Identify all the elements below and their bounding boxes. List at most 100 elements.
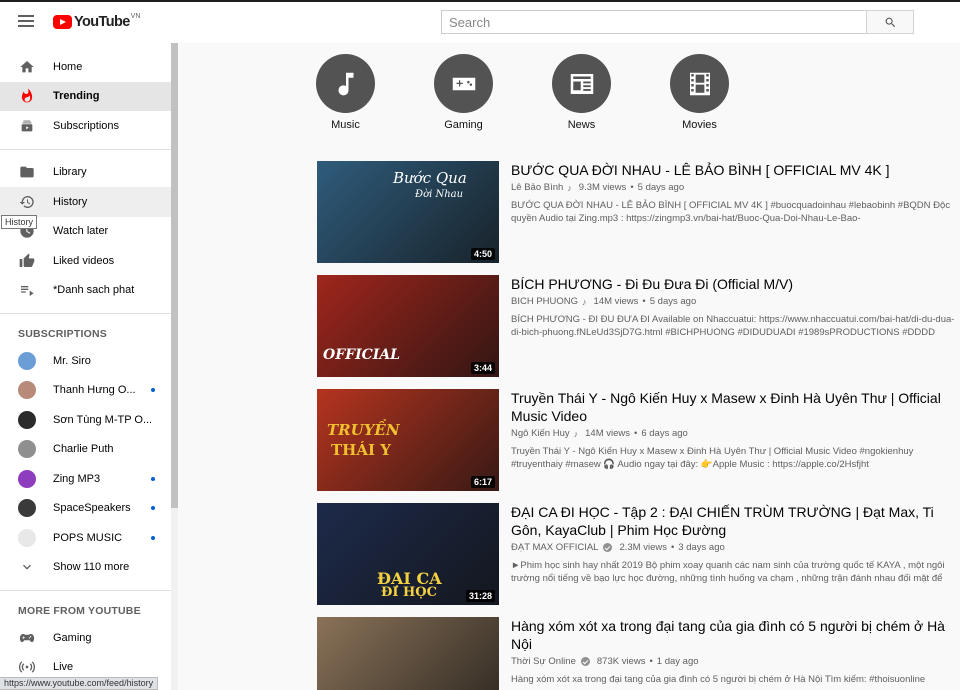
sidebar-divider: [0, 590, 171, 591]
video-info: Truyền Thái Y - Ngô Kiến Huy x Masew x Đ…: [511, 389, 957, 491]
subscription-item[interactable]: POPS MUSIC: [0, 523, 171, 553]
meta-separator: •: [670, 542, 675, 553]
video-thumbnail[interactable]: [317, 617, 499, 690]
thumbnail-title-art: OFFICIAL: [323, 347, 401, 363]
show-more-label: Show 110 more: [53, 561, 130, 574]
view-count: 14M views: [585, 428, 630, 439]
search-bar: [441, 10, 914, 34]
sidebar-item-library[interactable]: Library: [0, 158, 171, 188]
history-tooltip: History: [1, 215, 38, 229]
view-count: 873K views: [596, 656, 646, 667]
sidebar-item-gaming[interactable]: Gaming: [0, 623, 171, 653]
video-metadata: Ngô Kiến Huy ♪ 14M views • 6 days ago: [511, 428, 957, 439]
show-more-button[interactable]: Show 110 more: [0, 553, 171, 583]
upload-age: 6 days ago: [641, 428, 688, 439]
search-button[interactable]: [866, 10, 914, 34]
search-icon: [885, 17, 895, 27]
subscription-item[interactable]: Mr. Siro: [0, 346, 171, 376]
sidebar-item-label: Home: [53, 60, 83, 73]
gaming-icon: [18, 629, 35, 646]
category-news[interactable]: News: [552, 54, 611, 131]
meta-separator: •: [642, 296, 646, 307]
subscription-item[interactable]: SpaceSpeakers: [0, 494, 171, 524]
sidebar-item-home[interactable]: Home: [0, 52, 171, 82]
video-description: ►Phim học sinh hay nhất 2019 Bộ phim xoa…: [511, 560, 945, 584]
sidebar-scrollbar[interactable]: [171, 43, 178, 690]
channel-name[interactable]: ĐẠT MAX OFFICIAL: [511, 542, 598, 553]
video-item: Hàng xóm xót xa trong đại tang của gia đ…: [317, 617, 957, 690]
sidebar-item-playlist[interactable]: *Danh sach phat: [0, 276, 171, 306]
subscription-name: POPS MUSIC: [53, 531, 123, 544]
sidebar-divider: [0, 148, 171, 150]
subscription-item[interactable]: Thanh Hưng O...: [0, 376, 171, 406]
video-thumbnail[interactable]: ĐẠI CA ĐI HỌC 31:28: [317, 503, 499, 605]
video-duration: 3:44: [470, 362, 495, 374]
subscriptions-list: Mr. Siro Thanh Hưng O... Sơn Tùng M-TP O..…: [0, 346, 171, 553]
music-note-icon: [316, 54, 375, 113]
new-content-dot: [151, 506, 155, 511]
verified-check-icon: [580, 657, 590, 666]
avatar: [18, 469, 36, 488]
subscription-name: Mr. Siro: [53, 354, 91, 367]
subscription-name: Sơn Tùng M-TP O...: [53, 413, 153, 426]
video-description: Hàng xóm xót xa trong đại tang của gia đ…: [511, 674, 926, 685]
history-icon: [18, 193, 35, 210]
video-thumbnail[interactable]: TRUYỀN THÁI Y 6:17: [317, 389, 499, 491]
thumbs-up-icon: [18, 252, 35, 269]
video-thumbnail[interactable]: OFFICIAL 3:44: [317, 275, 499, 377]
video-title[interactable]: BƯỚC QUA ĐỜI NHAU - LÊ BẢO BÌNH [ OFFICI…: [511, 161, 957, 179]
video-description: Truyền Thái Y - Ngô Kiến Huy x Masew x Đ…: [511, 446, 914, 470]
category-music[interactable]: Music: [316, 54, 375, 131]
video-metadata: BICH PHUONG ♪ 14M views • 5 days ago: [511, 296, 957, 307]
channel-name[interactable]: Lê Bảo Bình: [511, 182, 563, 193]
upload-age: 3 days ago: [678, 542, 725, 553]
video-metadata: Thời Sự Online 873K views • 1 day ago: [511, 656, 957, 667]
video-title[interactable]: ĐẠI CA ĐI HỌC - Tập 2 : ĐẠI CHIẾN TRÙM T…: [511, 503, 957, 539]
live-icon: [18, 659, 35, 676]
subscription-item[interactable]: Zing MP3: [0, 464, 171, 494]
subscriptions-heading: SUBSCRIPTIONS: [18, 328, 107, 340]
video-title[interactable]: BÍCH PHƯƠNG - Đi Đu Đưa Đi (Official M/V…: [511, 275, 957, 293]
video-item: Bước Qua Đời Nhau 4:50 BƯỚC QUA ĐỜI NHAU - …: [317, 161, 957, 263]
sidebar-scrollbar-thumb[interactable]: [171, 43, 178, 508]
video-duration: 4:50: [470, 248, 495, 260]
sidebar-item-subscriptions[interactable]: Subscriptions: [0, 111, 171, 141]
channel-name[interactable]: Thời Sự Online: [511, 656, 576, 667]
film-icon: [670, 54, 729, 113]
youtube-play-icon: [53, 15, 72, 29]
video-description: BƯỚC QUA ĐỜI NHAU - LÊ BẢO BÌNH [ OFFICI…: [511, 200, 951, 224]
upload-age: 5 days ago: [649, 296, 697, 307]
subscription-item[interactable]: Sơn Tùng M-TP O...: [0, 405, 171, 435]
playlist-icon: [18, 282, 35, 299]
meta-separator: •: [630, 182, 634, 193]
sidebar-item-label: Trending: [53, 90, 100, 103]
video-description: BÍCH PHƯƠNG - ĐI ĐU ĐƯA ĐI Available on …: [511, 314, 955, 338]
channel-name[interactable]: BICH PHUONG: [511, 296, 578, 307]
video-duration: 31:28: [465, 590, 495, 602]
video-title[interactable]: Truyền Thái Y - Ngô Kiến Huy x Masew x Đ…: [511, 389, 957, 425]
new-content-dot: [151, 388, 155, 393]
avatar: [18, 528, 36, 547]
category-label: Movies: [682, 119, 717, 131]
thumbnail-title-art: TRUYỀN: [327, 421, 400, 439]
category-movies[interactable]: Movies: [670, 54, 729, 131]
category-label: Gaming: [444, 119, 483, 131]
hamburger-menu-icon[interactable]: [18, 15, 34, 27]
sidebar-divider: [0, 313, 171, 314]
sidebar-item-history[interactable]: History: [0, 187, 171, 217]
status-bar-url: https://www.youtube.com/feed/history: [0, 677, 159, 690]
channel-name[interactable]: Ngô Kiến Huy: [511, 428, 570, 439]
subscription-name: Thanh Hưng O...: [53, 384, 136, 397]
search-input[interactable]: [441, 10, 866, 34]
avatar: [18, 440, 36, 459]
video-thumbnail[interactable]: Bước Qua Đời Nhau 4:50: [317, 161, 499, 263]
youtube-logo[interactable]: YouTube VN: [53, 13, 140, 30]
sidebar-item-liked-videos[interactable]: Liked videos: [0, 246, 171, 276]
subscription-item[interactable]: Charlie Puth: [0, 435, 171, 465]
category-gaming[interactable]: Gaming: [434, 54, 493, 131]
avatar: [18, 381, 36, 400]
category-label: Music: [331, 119, 360, 131]
sidebar-item-label: Live: [53, 661, 74, 674]
sidebar-item-trending[interactable]: Trending: [0, 81, 171, 111]
video-title[interactable]: Hàng xóm xót xa trong đại tang của gia đ…: [511, 617, 957, 653]
